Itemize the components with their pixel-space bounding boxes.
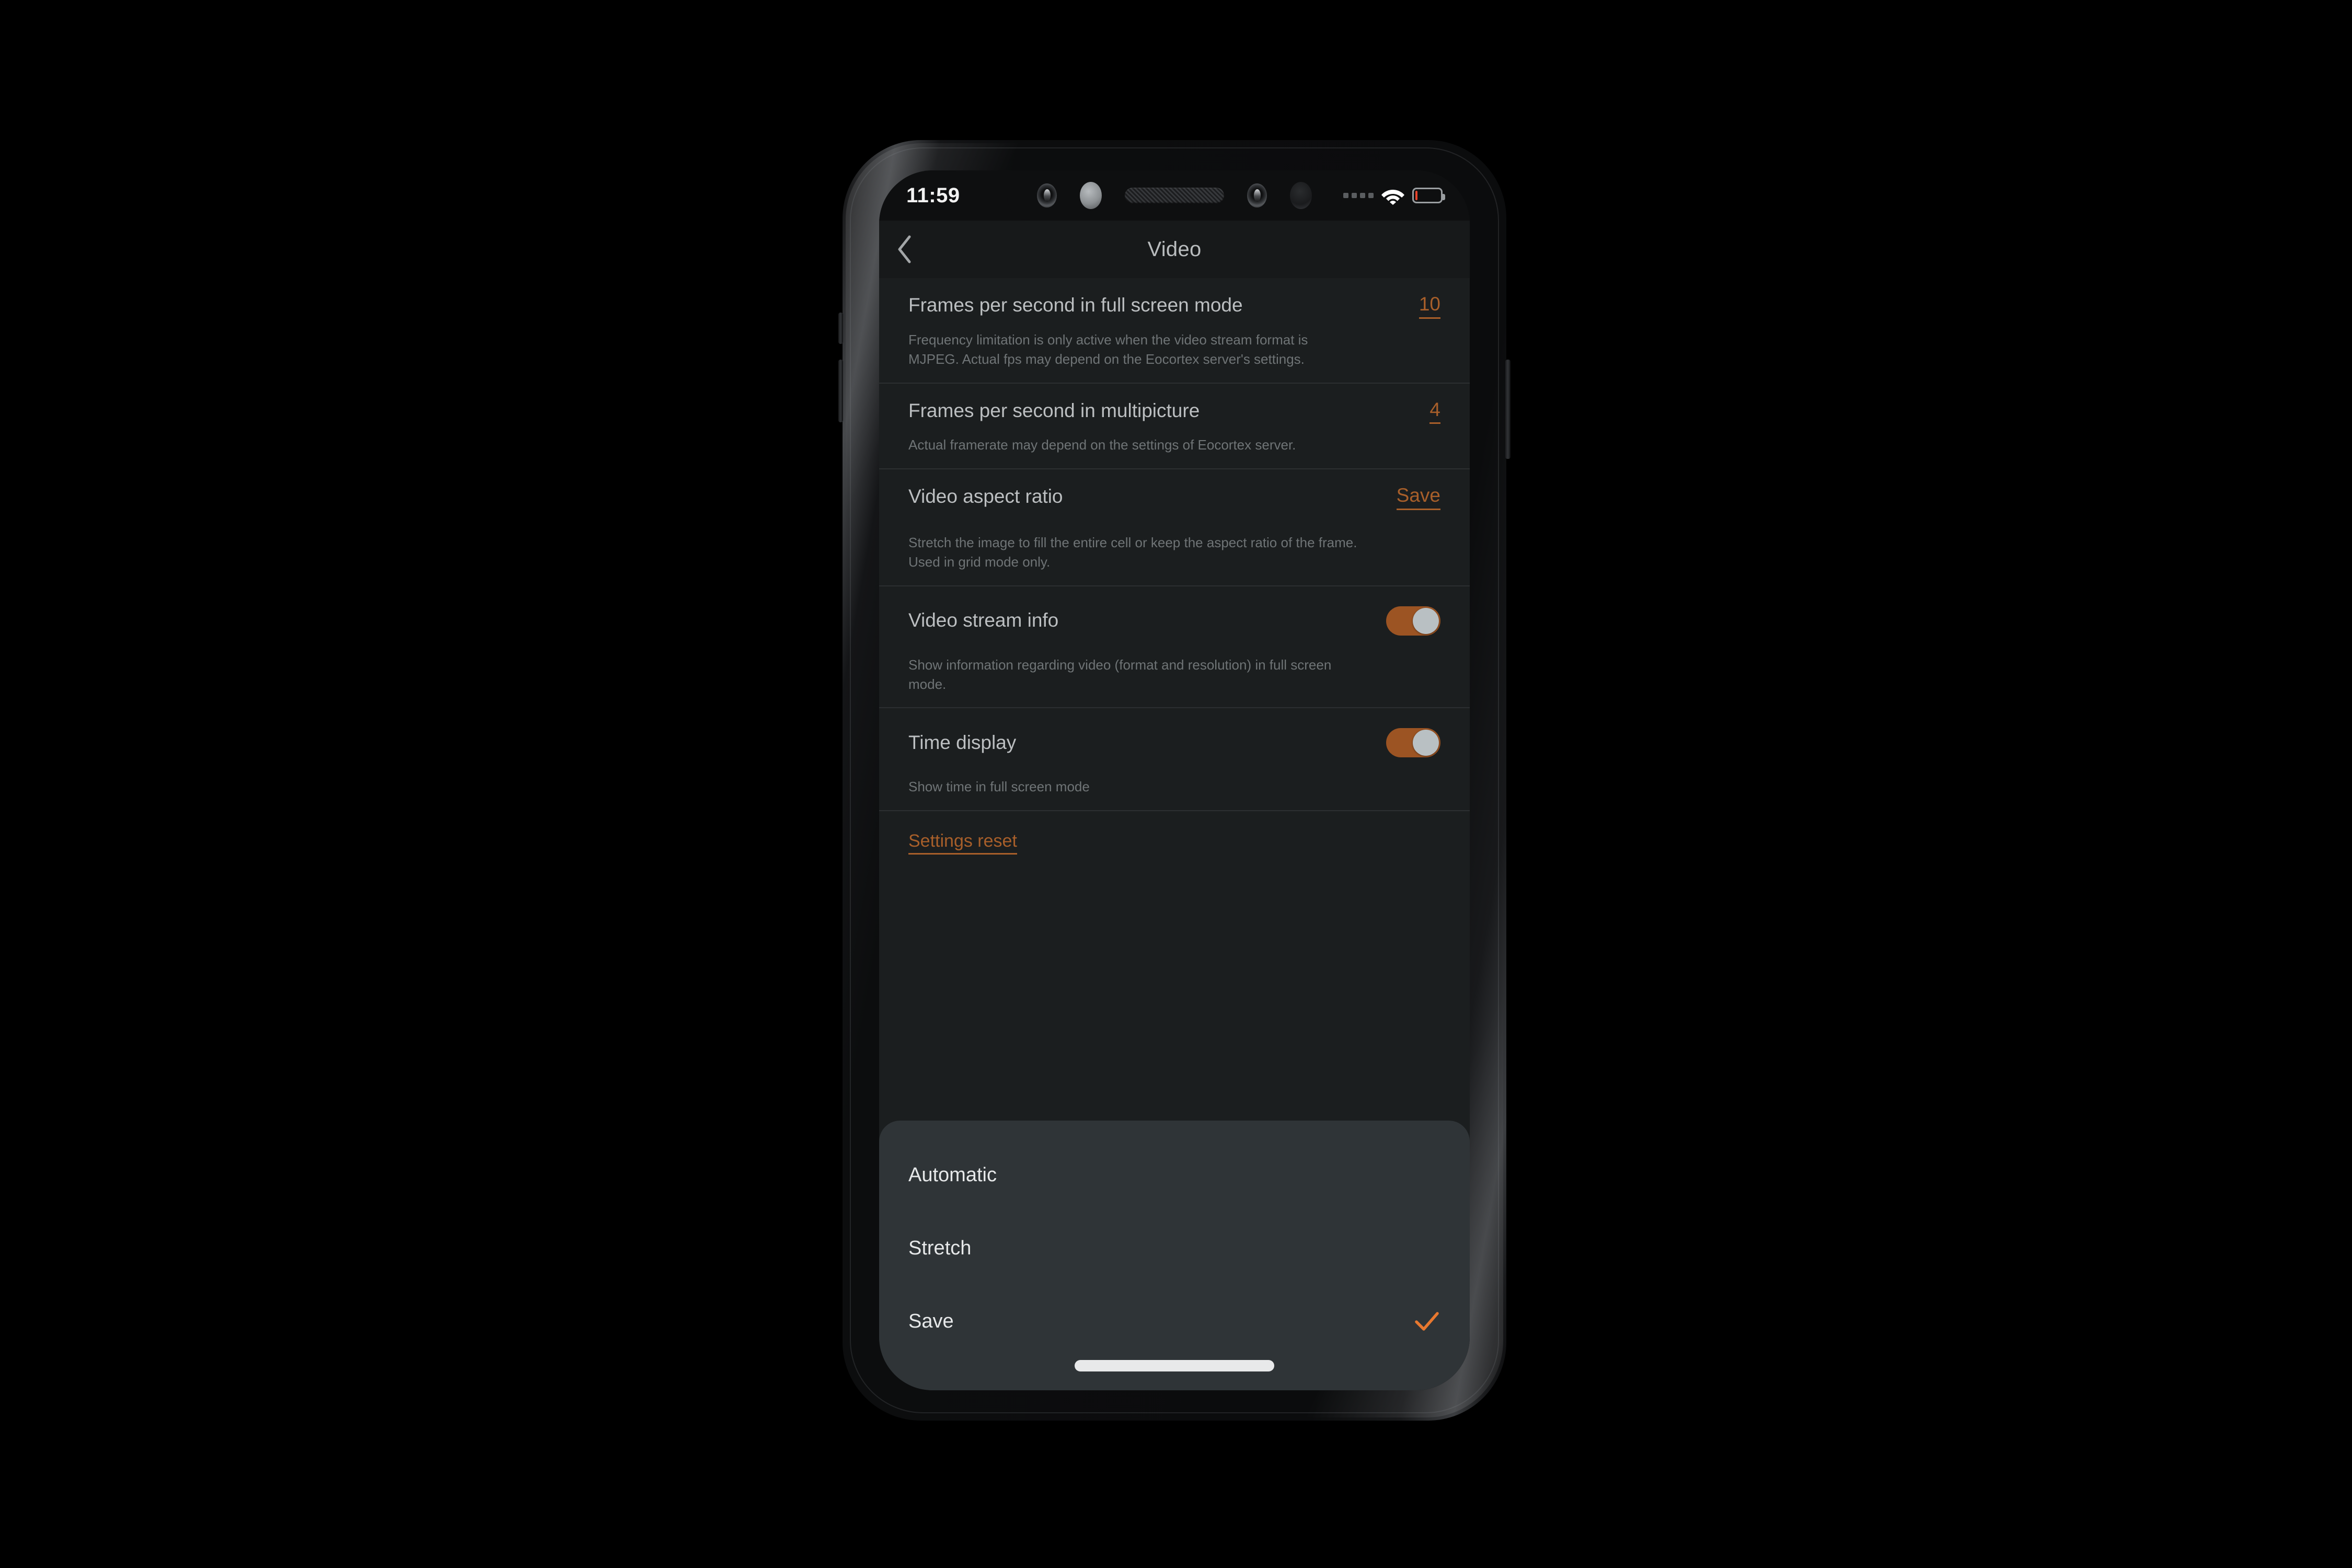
setting-title: Frames per second in multipicture [908,399,1200,421]
sheet-option-save[interactable]: Save [879,1285,1470,1358]
setting-row-fps-multipicture[interactable]: Frames per second in multipicture 4 Actu… [879,384,1470,470]
setting-row-time-display[interactable]: Time display Show time in full screen mo… [879,708,1470,812]
row-header: Frames per second in full screen mode 10 [908,293,1440,319]
toggle-knob [1413,607,1439,634]
front-camera-icon [1037,183,1057,207]
page-title: Video [1147,237,1202,261]
status-indicators [1343,186,1445,205]
proximity-sensor-icon [1080,182,1102,209]
row-header: Time display [908,724,1440,762]
setting-row-video-stream-info[interactable]: Video stream info Show information regar… [879,586,1470,709]
phone-notch [1007,170,1342,221]
sheet-option-label: Automatic [908,1163,997,1186]
signal-dots-icon [1343,193,1374,198]
wifi-icon [1381,190,1404,205]
video-stream-info-toggle[interactable] [1386,606,1440,636]
setting-title: Frames per second in full screen mode [908,294,1243,316]
setting-title: Video aspect ratio [908,486,1063,508]
status-clock: 11:59 [906,183,960,207]
check-icon [1415,1312,1439,1331]
row-header: Video aspect ratio Save [908,485,1440,510]
ambient-sensor-icon [1290,182,1312,209]
phone-device: 11:59 Video Frames per second in full sc… [838,140,1511,1421]
time-display-toggle[interactable] [1386,728,1440,758]
sheet-option-label: Save [908,1310,954,1332]
power-button[interactable] [1505,360,1511,459]
battery-low-icon [1412,188,1445,203]
setting-title: Video stream info [908,609,1059,631]
setting-description: Stretch the image to fill the entire cel… [908,534,1357,570]
setting-description: Show information regarding video (format… [908,656,1332,692]
setting-description: Frequency limitation is only active when… [908,331,1308,367]
volume-up-button[interactable] [838,313,843,344]
settings-reset-row: Settings reset [879,811,1470,875]
setting-value[interactable]: 10 [1419,293,1440,319]
setting-description: Actual framerate may depend on the setti… [908,437,1296,453]
home-indicator[interactable] [1075,1360,1274,1371]
phone-screen: 11:59 Video Frames per second in full sc… [879,170,1470,1390]
row-header: Video stream info [908,602,1440,640]
setting-description: Show time in full screen mode [908,779,1090,795]
setting-title: Time display [908,732,1017,754]
aspect-ratio-bottom-sheet: Automatic Stretch Save [879,1121,1470,1390]
toggle-knob [1413,730,1439,756]
volume-down-button[interactable] [838,360,843,422]
setting-value[interactable]: 4 [1429,399,1440,424]
earpiece-speaker [1125,188,1224,203]
app-bar: Video [879,221,1470,278]
setting-row-video-aspect-ratio[interactable]: Video aspect ratio Save Stretch the imag… [879,469,1470,586]
settings-reset-link[interactable]: Settings reset [908,831,1017,855]
setting-value[interactable]: Save [1396,485,1440,510]
sheet-option-stretch[interactable]: Stretch [879,1212,1470,1285]
sheet-option-label: Stretch [908,1237,972,1259]
ir-camera-icon [1247,183,1267,207]
setting-row-fps-fullscreen[interactable]: Frames per second in full screen mode 10… [879,278,1470,384]
row-header: Frames per second in multipicture 4 [908,399,1440,424]
sheet-option-automatic[interactable]: Automatic [879,1138,1470,1212]
battery-fill [1415,191,1417,200]
